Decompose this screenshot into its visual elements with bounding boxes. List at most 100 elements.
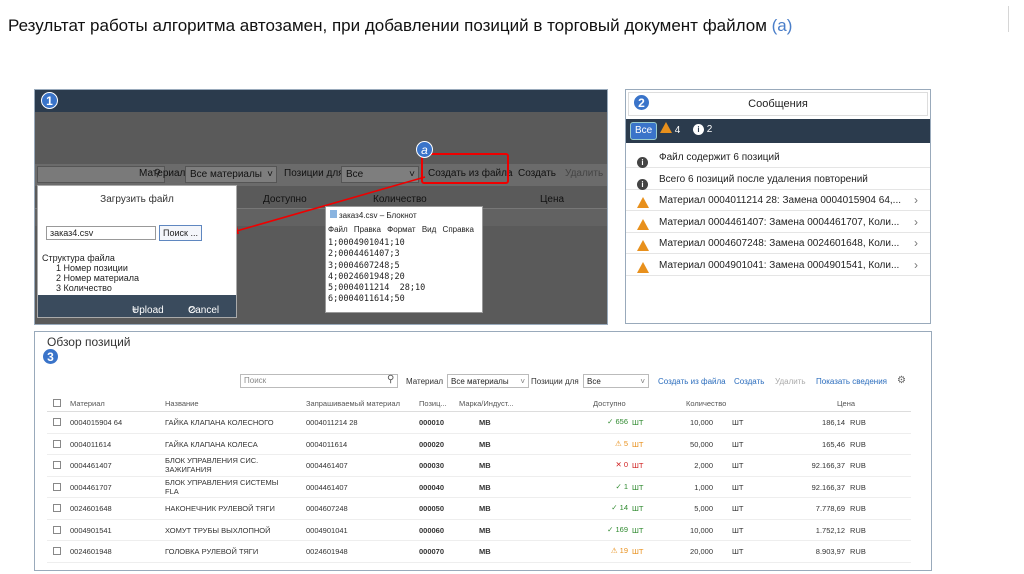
table-row[interactable]: 0024601948 ГОЛОВКА РУЛЕВОЙ ТЯГИ 0024601948… (47, 541, 911, 563)
structure-title: Структура файла (42, 253, 115, 263)
col-position: Позиц... (419, 399, 447, 408)
cell-name: ГОЛОВКА РУЛЕВОЙ ТЯГИ (165, 547, 259, 556)
table-row[interactable]: 0004461407 БЛОК УПРАВЛЕНИЯ СИС. ЗАЖИГАНИЯ… (47, 455, 911, 477)
message-item: i Всего 6 позиций после удаления повторен… (626, 169, 930, 190)
tab-info[interactable]: i 2 (689, 122, 716, 140)
create-from-file-button[interactable]: Создать из файла (658, 377, 726, 386)
positions-select-value: Все (587, 377, 601, 386)
notepad-content[interactable]: 1;0004901041;10 2;0004461407;3 3;0004607… (328, 238, 425, 306)
table-row[interactable]: 0004901541 ХОМУТ ТРУБЫ ВЫХЛОПНОЙ 000490104… (47, 520, 911, 541)
cell-available-unit: ШТ (632, 418, 644, 427)
row-checkbox[interactable] (53, 504, 61, 512)
message-item[interactable]: Материал 0004607248: Замена 0024601648, … (626, 233, 930, 254)
cell-position: 000060 (419, 525, 445, 535)
message-text: Материал 0004461407: Замена 0004461707, … (659, 216, 900, 228)
status-icon: ✕ (615, 460, 622, 469)
cell-available-unit: ШТ (632, 482, 644, 492)
cell-material: 0024601648 (70, 504, 112, 513)
row-checkbox[interactable] (53, 547, 61, 555)
menu-edit[interactable]: Правка (354, 225, 381, 234)
upload-button-label: Upload (132, 305, 164, 316)
cell-material: 0004015904 64 (70, 418, 123, 427)
show-info-button[interactable]: Показать сведения (816, 377, 887, 386)
row-checkbox[interactable] (53, 461, 61, 469)
material-select[interactable]: Все материалы ˅ (447, 374, 529, 388)
page-title: Обзор позиций (47, 335, 131, 349)
menu-file[interactable]: Файл (328, 225, 348, 234)
tab-all[interactable]: Все (630, 122, 658, 140)
message-text: Файл содержит 6 позиций (659, 152, 780, 163)
status-icon: ⚠ (615, 438, 622, 448)
cell-quantity: 50,000 (690, 439, 713, 449)
message-item[interactable]: Материал 0004461407: Замена 0004461707, … (626, 212, 930, 233)
search-icon[interactable]: ⚲ (387, 374, 394, 385)
structure-item: 2 Номер материала (56, 273, 140, 283)
menu-help[interactable]: Справка (443, 225, 474, 234)
col-requested: Запрашиваемый материал (306, 399, 400, 408)
status-icon: ✓ (615, 481, 622, 491)
message-item[interactable]: Материал 0004901041: Замена 0004901541, … (626, 255, 930, 276)
cell-price: 165,46 (822, 439, 845, 449)
message-text: Материал 0004607248: Замена 0024601648, … (659, 238, 900, 249)
slide-title: Результат работы алгоритма автозамен, пр… (8, 16, 792, 36)
chevron-down-icon: ˅ (640, 377, 645, 386)
chevron-right-icon[interactable]: › (914, 255, 918, 276)
browse-button[interactable]: Поиск ... (159, 225, 202, 241)
warning-icon (637, 261, 649, 273)
cell-name: ГАЙКА КЛАПАНА КОЛЕСНОГО (165, 418, 274, 427)
cell-position: 000030 (419, 461, 445, 470)
info-icon: i (693, 124, 704, 135)
cell-requested: 0004901041 (306, 525, 348, 535)
notepad-menu: Файл Правка Формат Вид Справка (328, 225, 474, 234)
cancel-button-label: Cancel (188, 305, 220, 316)
cell-requested: 0004461407 (306, 482, 348, 492)
chevron-right-icon[interactable]: › (914, 233, 918, 254)
panel-positions-overview: Обзор позиций 3 Поиск ⚲ Материал Все мат… (34, 331, 932, 571)
upload-dialog: Загрузить файл заказ4.csv Поиск ... Стру… (37, 185, 237, 318)
cell-position: 000050 (419, 504, 445, 513)
cell-quantity-unit: ШТ (732, 482, 744, 492)
cell-brand: MB (479, 439, 491, 449)
cell-available: 0 (623, 460, 628, 469)
row-checkbox[interactable] (53, 439, 61, 448)
message-item: i Файл содержит 6 позиций (626, 147, 930, 168)
message-item[interactable]: Материал 0004011214 28: Замена 000401590… (626, 190, 930, 211)
select-all-checkbox[interactable] (53, 399, 61, 407)
cell-name: НАКОНЕЧНИК РУЛЕВОЙ ТЯГИ (165, 504, 275, 513)
cell-available: 19 (619, 546, 628, 555)
search-input[interactable]: Поиск (240, 374, 398, 388)
tab-warnings[interactable]: 4 (656, 122, 684, 140)
chevron-right-icon[interactable]: › (914, 212, 918, 233)
file-path-field[interactable]: заказ4.csv (46, 226, 156, 240)
table-row[interactable]: 0004461707 БЛОК УПРАВЛЕНИЯ СИСТЕМЫ FLA 000… (47, 477, 911, 498)
row-checkbox[interactable] (53, 525, 61, 534)
row-checkbox[interactable] (53, 482, 61, 491)
table-header: Материал Название Запрашиваемый материал… (47, 394, 911, 412)
material-label: Материал (406, 377, 444, 386)
cell-quantity: 10,000 (690, 418, 713, 427)
info-icon: i (637, 178, 648, 190)
dialog-title: Загрузить файл (100, 194, 174, 205)
warning-icon (637, 218, 649, 230)
table-row[interactable]: 0024601648 НАКОНЕЧНИК РУЛЕВОЙ ТЯГИ 0004607… (47, 498, 911, 520)
table-row[interactable]: 0004011614 ГАЙКА КЛАПАНА КОЛЕСА 0004011614… (47, 434, 911, 455)
delete-button[interactable]: Удалить (775, 377, 806, 386)
highlight-rect (421, 153, 509, 184)
status-icon: ✓ (611, 503, 618, 512)
menu-view[interactable]: Вид (422, 225, 436, 234)
cell-position: 000070 (419, 547, 445, 556)
delete-button[interactable]: Удалить (565, 168, 603, 179)
settings-gear-icon[interactable]: ⚙ (897, 375, 906, 386)
chevron-right-icon[interactable]: › (914, 190, 918, 211)
cell-available-unit: ШТ (632, 547, 644, 556)
table-row[interactable]: 0004015904 64 ГАЙКА КЛАПАНА КОЛЕСНОГО 0004… (47, 412, 911, 434)
step-badge-1: 1 (41, 92, 58, 109)
create-button[interactable]: Создать (518, 168, 556, 179)
row-checkbox[interactable] (53, 418, 61, 426)
warning-icon (637, 240, 649, 251)
positions-label: Позиции для (531, 377, 579, 386)
create-button[interactable]: Создать (734, 377, 764, 386)
cell-quantity-unit: ШТ (732, 525, 744, 535)
menu-format[interactable]: Формат (387, 225, 415, 234)
positions-select[interactable]: Все ˅ (583, 374, 649, 388)
